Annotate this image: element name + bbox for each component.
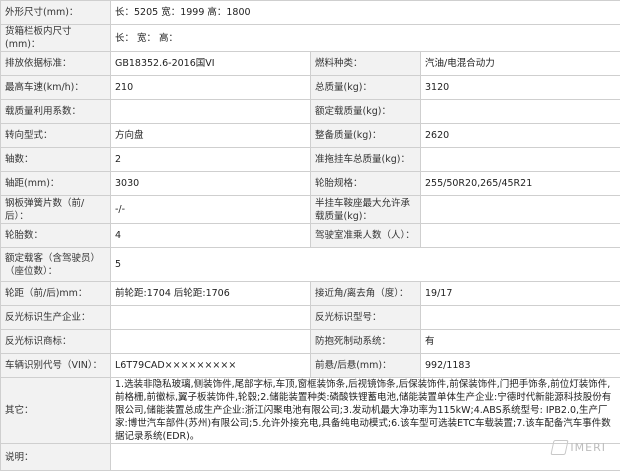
spec-row: 转向型式： 方向盘 整备质量(kg)： 2620 bbox=[0, 123, 620, 148]
spec-label: 载质量利用系数： bbox=[0, 99, 111, 124]
spec-value: 3030 bbox=[110, 171, 311, 196]
spec-value: 汽油/电混合动力 bbox=[419, 51, 620, 76]
spec-label: 轮胎数： bbox=[0, 223, 111, 248]
spec-row: 轴距(mm)： 3030 轮胎规格： 255/50R20,265/45R21 bbox=[0, 171, 620, 196]
spec-label: 最高车速(km/h)： bbox=[0, 75, 111, 100]
spec-row: 反光标识生产企业： 反光标识型号： bbox=[0, 305, 620, 330]
spec-value: 2 bbox=[110, 147, 311, 172]
spec-label: 燃料种类： bbox=[310, 51, 421, 76]
spec-value bbox=[419, 99, 620, 124]
spec-row: 轮胎数： 4 驾驶室准乘人数（人）： bbox=[0, 223, 620, 248]
spec-label: 排放依据标准： bbox=[0, 51, 111, 76]
spec-row: 说明： bbox=[0, 443, 620, 471]
spec-label: 额定载客（含驾驶员）（座位数）： bbox=[0, 247, 111, 282]
spec-label: 轴数： bbox=[0, 147, 111, 172]
spec-row: 其它： 1.选装非隐私玻璃,侧装饰件,尾部字标,车顶,窗框装饰条,后视镜饰条,后保… bbox=[0, 377, 620, 444]
spec-value: 前轮距:1704 后轮距:1706 bbox=[110, 281, 311, 306]
spec-row: 最高车速(km/h)： 210 总质量(kg)： 3120 bbox=[0, 75, 620, 100]
spec-row: 轮距（前/后)mm： 前轮距:1704 后轮距:1706 接近角/离去角（度）： 19… bbox=[0, 281, 620, 306]
spec-label: 车辆识别代号（VIN）： bbox=[0, 353, 111, 378]
spec-value: 方向盘 bbox=[110, 123, 311, 148]
spec-label: 其它： bbox=[0, 377, 111, 444]
spec-value: 992/1183 bbox=[419, 353, 620, 378]
spec-label: 反光标识型号： bbox=[310, 305, 421, 330]
spec-label: 转向型式： bbox=[0, 123, 111, 148]
spec-label: 驾驶室准乘人数（人）： bbox=[310, 223, 421, 248]
spec-value: 19/17 bbox=[419, 281, 620, 306]
spec-value: 2620 bbox=[419, 123, 620, 148]
spec-label: 前悬/后悬(mm)： bbox=[310, 353, 421, 378]
spec-row: 反光标识商标： 防抱死制动系统：有 bbox=[0, 329, 620, 354]
spec-label: 轴距(mm)： bbox=[0, 171, 111, 196]
spec-value: 4 bbox=[110, 223, 311, 248]
spec-row: 额定载客（含驾驶员）（座位数）： 5 bbox=[0, 247, 620, 282]
spec-label: 钢板弹簧片数（前/后）： bbox=[0, 195, 111, 224]
spec-label: 货箱栏板内尺寸(mm)： bbox=[0, 24, 111, 52]
spec-value: 长： 宽： 高： bbox=[109, 24, 620, 52]
spec-value: 有 bbox=[419, 329, 620, 354]
spec-row: 车辆识别代号（VIN）： L6T79CAD××××××××× 前悬/后悬(mm)： 9… bbox=[0, 353, 620, 378]
spec-table: 外形尺寸(mm)： 长：5205 宽：1999 高：1800 货箱栏板内尺寸(mm)… bbox=[0, 0, 620, 471]
spec-value bbox=[419, 305, 620, 330]
spec-label: 说明： bbox=[0, 443, 111, 471]
spec-row: 货箱栏板内尺寸(mm)： 长： 宽： 高： bbox=[0, 24, 620, 52]
spec-label: 反光标识生产企业： bbox=[0, 305, 111, 330]
spec-value: -/- bbox=[110, 195, 311, 224]
spec-value: 210 bbox=[110, 75, 311, 100]
spec-value: 长：5205 宽：1999 高：1800 bbox=[109, 0, 620, 25]
spec-label: 接近角/离去角（度）： bbox=[310, 281, 421, 306]
spec-label: 轮距（前/后)mm： bbox=[0, 281, 111, 306]
spec-row: 排放依据标准： GB18352.6-2016国VI 燃料种类： 汽油/电混合动力 bbox=[0, 51, 620, 76]
spec-value bbox=[109, 443, 620, 471]
spec-value bbox=[419, 147, 620, 172]
spec-label: 准拖挂车总质量(kg)： bbox=[310, 147, 421, 172]
spec-value bbox=[110, 305, 311, 330]
spec-label: 额定载质量(kg)： bbox=[310, 99, 421, 124]
spec-label: 整备质量(kg)： bbox=[310, 123, 421, 148]
spec-row: 载质量利用系数： 额定载质量(kg)： bbox=[0, 99, 620, 124]
spec-value bbox=[419, 223, 620, 248]
spec-value: 3120 bbox=[419, 75, 620, 100]
spec-label: 总质量(kg)： bbox=[310, 75, 421, 100]
spec-label: 外形尺寸(mm)： bbox=[0, 0, 111, 25]
spec-row: 外形尺寸(mm)： 长：5205 宽：1999 高：1800 bbox=[0, 0, 620, 25]
spec-value: 255/50R20,265/45R21 bbox=[419, 171, 620, 196]
spec-label: 半挂车鞍座最大允许承载质量(kg)： bbox=[310, 195, 421, 224]
spec-row: 轴数： 2 准拖挂车总质量(kg)： bbox=[0, 147, 620, 172]
spec-value: 5 bbox=[109, 247, 620, 282]
spec-value bbox=[419, 195, 620, 224]
spec-value bbox=[110, 99, 311, 124]
spec-value: GB18352.6-2016国VI bbox=[110, 51, 311, 76]
spec-value: 1.选装非隐私玻璃,侧装饰件,尾部字标,车顶,窗框装饰条,后视镜饰条,后保装饰件… bbox=[109, 377, 620, 444]
spec-label: 防抱死制动系统： bbox=[310, 329, 421, 354]
spec-label: 轮胎规格： bbox=[310, 171, 421, 196]
spec-value bbox=[110, 329, 311, 354]
spec-value: L6T79CAD××××××××× bbox=[110, 353, 311, 378]
spec-row: 钢板弹簧片数（前/后）： -/- 半挂车鞍座最大允许承载质量(kg)： bbox=[0, 195, 620, 224]
spec-label: 反光标识商标： bbox=[0, 329, 111, 354]
